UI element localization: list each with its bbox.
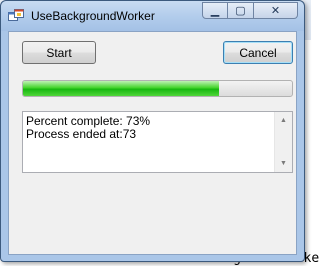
output-text: Percent complete: 73% Process ended at:7… [26,115,272,141]
minimize-icon: ▁ [210,5,220,17]
scroll-up-button[interactable]: ▲ [275,112,292,129]
scroll-down-button[interactable]: ▼ [275,155,292,172]
vertical-scrollbar[interactable]: ▲ ▼ [274,112,292,172]
progress-bar-fill [23,81,220,96]
close-icon: ✕ [270,5,281,17]
client-area: Start Cancel Percent complete: 73% Proce… [8,31,297,255]
minimize-button[interactable]: ▁ [202,2,228,19]
scroll-up-icon: ▲ [280,117,287,124]
cancel-button[interactable]: Cancel [223,41,293,64]
window-title: UseBackgroundWorker [31,9,155,23]
maximize-button[interactable]: ▢ [228,2,254,19]
output-textbox[interactable]: Percent complete: 73% Process ended at:7… [22,111,293,173]
maximize-icon: ▢ [235,5,246,17]
close-button[interactable]: ✕ [254,2,298,19]
app-form-icon [8,9,24,21]
output-line: Process ended at:73 [26,127,137,141]
scroll-down-icon: ▼ [280,160,287,167]
app-window: UseBackgroundWorker ▁ ▢ ✕ Start Cancel P… [0,0,305,262]
title-bar[interactable]: UseBackgroundWorker ▁ ▢ ✕ [1,1,304,31]
start-button[interactable]: Start [22,41,96,64]
progress-bar [22,80,293,97]
window-controls: ▁ ▢ ✕ [202,2,298,20]
